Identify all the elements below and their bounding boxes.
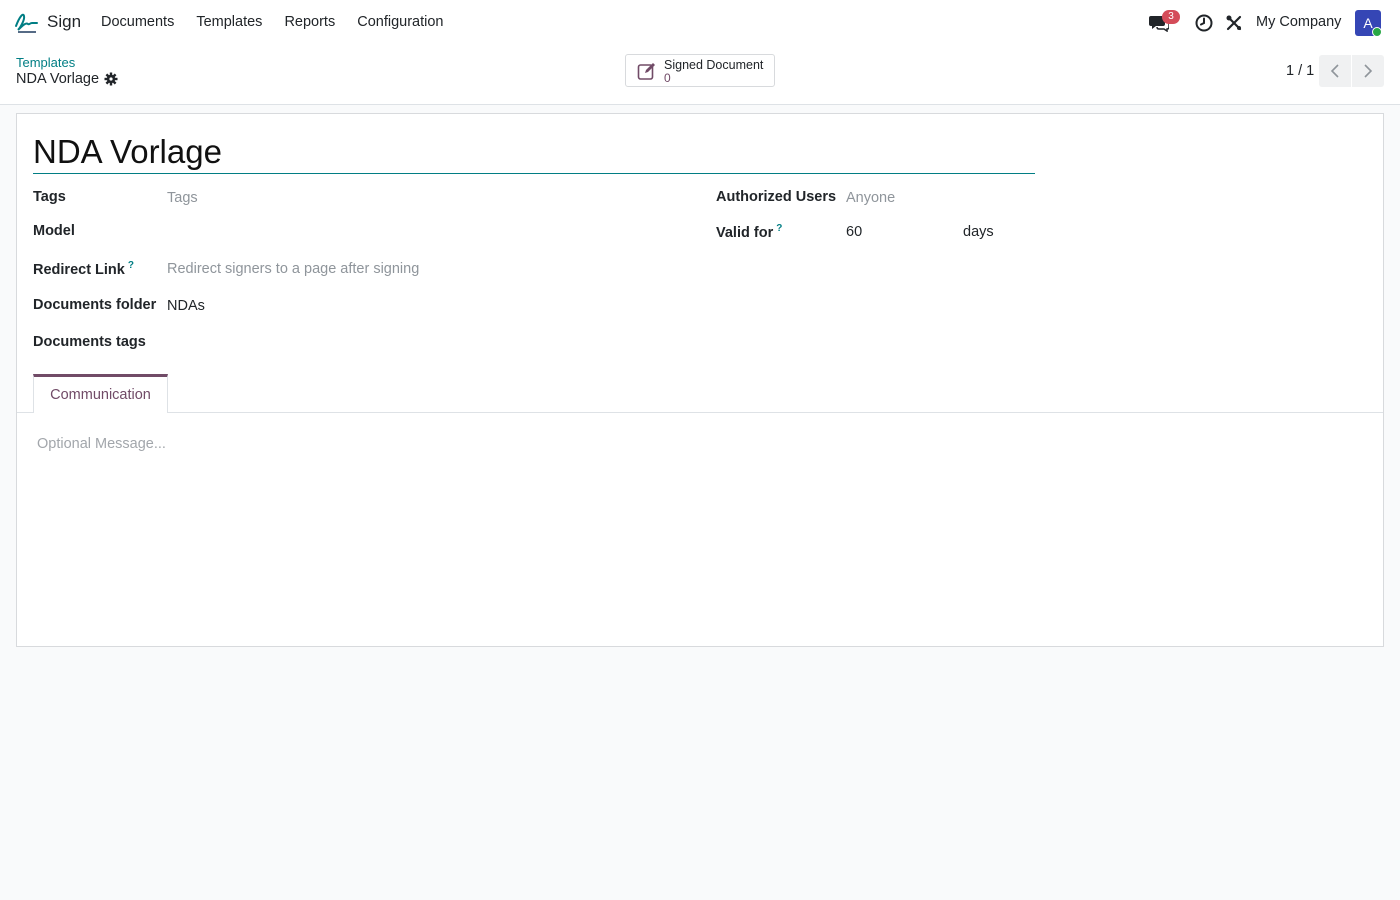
messages-badge: 3: [1162, 10, 1180, 24]
pager-next-button[interactable]: [1352, 55, 1384, 87]
redirect-link-label-text: Redirect Link: [33, 261, 125, 278]
authorized-users-label: Authorized Users: [716, 189, 837, 205]
company-switcher[interactable]: My Company: [1256, 14, 1341, 30]
pager-value[interactable]: 1 / 1: [1286, 63, 1314, 79]
documents-folder-input[interactable]: NDAs: [167, 298, 205, 314]
authorized-users-input[interactable]: Anyone: [846, 190, 895, 206]
breadcrumb-current: NDA Vorlage: [16, 71, 100, 87]
menu-item-configuration[interactable]: Configuration: [357, 14, 443, 30]
tags-label: Tags: [33, 189, 66, 205]
redirect-link-label: Redirect Link?: [33, 260, 134, 278]
redirect-link-help[interactable]: ?: [128, 260, 134, 271]
chevron-left-icon: [1330, 64, 1339, 78]
valid-for-label: Valid for?: [716, 223, 782, 241]
clock-icon[interactable]: [1195, 14, 1213, 32]
tools-icon[interactable]: [1225, 14, 1243, 32]
gear-icon[interactable]: [104, 72, 118, 86]
pen-to-square-icon: [637, 63, 655, 80]
signed-document-count: 0: [664, 71, 671, 85]
signed-document-label: Signed Document: [664, 58, 764, 72]
valid-for-label-text: Valid for: [716, 224, 774, 241]
template-name-input[interactable]: NDA Vorlage: [33, 130, 1035, 174]
chevron-right-icon: [1364, 64, 1373, 78]
top-navbar: Sign Documents Templates Reports Configu…: [0, 0, 1400, 46]
online-status-indicator: [1372, 27, 1382, 37]
menu-item-templates[interactable]: Templates: [196, 14, 262, 30]
signed-document-button[interactable]: Signed Document 0: [625, 54, 775, 87]
documents-folder-label: Documents folder: [33, 297, 157, 313]
menu-item-documents[interactable]: Documents: [101, 14, 174, 30]
control-panel: Templates NDA Vorlage Signed Document 0 …: [0, 46, 1400, 105]
valid-for-help[interactable]: ?: [776, 223, 782, 234]
notebook-divider: [17, 412, 1383, 413]
breadcrumb-templates[interactable]: Templates: [16, 55, 75, 70]
valid-for-input[interactable]: 60: [846, 224, 862, 240]
valid-for-unit: days: [963, 224, 994, 240]
pager-previous-button[interactable]: [1319, 55, 1351, 87]
documents-tags-label: Documents tags: [33, 334, 146, 350]
form-sheet: NDA Vorlage Tags Tags Model Redirect Lin…: [16, 113, 1384, 647]
model-label: Model: [33, 223, 75, 239]
menu-item-reports[interactable]: Reports: [284, 14, 335, 30]
redirect-link-input[interactable]: Redirect signers to a page after signing: [167, 261, 419, 277]
sign-logo-icon[interactable]: [14, 10, 38, 34]
tags-input[interactable]: Tags: [167, 190, 198, 206]
tab-communication[interactable]: Communication: [33, 374, 168, 413]
app-name[interactable]: Sign: [47, 12, 81, 32]
main-menu: Documents Templates Reports Configuratio…: [101, 14, 465, 30]
optional-message-input[interactable]: Optional Message...: [37, 436, 166, 452]
